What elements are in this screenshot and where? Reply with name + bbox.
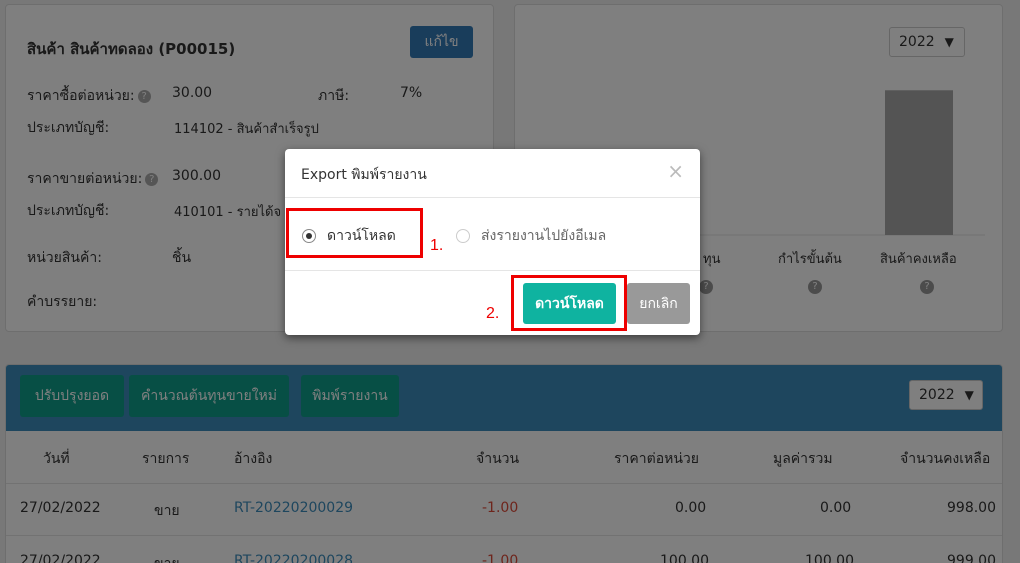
cancel-button[interactable]: ยกเลิก [627, 283, 690, 324]
radio-unselected-icon[interactable] [456, 229, 470, 243]
email-option-label: ส่งรายงานไปยังอีเมล [481, 228, 607, 244]
step-2-label: 2. [486, 305, 500, 322]
highlight-box-download-button [511, 275, 627, 331]
email-option[interactable]: ส่งรายงานไปยังอีเมล [456, 225, 606, 247]
highlight-box-download-option [286, 208, 423, 258]
modal-title: Export พิมพ์รายงาน [301, 167, 427, 183]
step-1-label: 1. [430, 237, 444, 254]
modal-header: Export พิมพ์รายงาน × [285, 149, 700, 198]
close-icon[interactable]: × [667, 159, 684, 183]
